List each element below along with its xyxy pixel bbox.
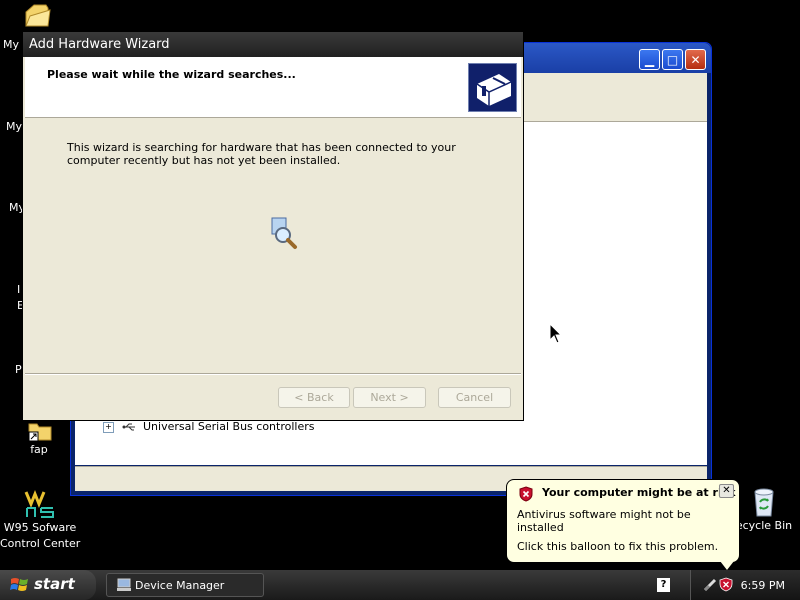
w95-logo-icon [24, 487, 56, 519]
usb-icon [122, 423, 135, 431]
desktop-icon-label-2: My [6, 120, 23, 133]
network-icon[interactable] [703, 578, 717, 592]
folder-shortcut-icon [28, 423, 52, 442]
taskbar-item-label: Device Manager [135, 579, 225, 592]
taskbar: start Device Manager 6:59 PM [0, 570, 800, 600]
tree-item-label: Universal Serial Bus controllers [143, 420, 315, 433]
maximize-button[interactable]: □ [662, 49, 683, 70]
balloon-title: Your computer might be at risk [542, 486, 736, 499]
balloon-message: Antivirus software might not be installe… [517, 508, 691, 534]
close-button[interactable]: ✕ [685, 49, 706, 70]
wizard-header: Please wait while the wizard searches... [25, 57, 521, 118]
wizard-separator [25, 373, 521, 375]
desktop-icon-my-documents[interactable] [0, 2, 70, 30]
taskbar-item-device-manager[interactable]: Device Manager [106, 573, 264, 597]
next-button[interactable]: Next > [353, 387, 426, 408]
expand-icon[interactable]: + [103, 421, 114, 433]
minimize-button[interactable]: ▁ [639, 49, 660, 70]
wizard-titlebar[interactable]: Add Hardware Wizard [23, 32, 523, 57]
desktop-icon-label-5: P [15, 363, 22, 376]
start-label: start [34, 575, 75, 593]
desktop-icon-w95-label: W95 Sofware Control Center [0, 521, 81, 550]
security-shield-icon [519, 486, 533, 502]
desktop-icon-fap[interactable]: fap [18, 418, 60, 458]
desktop-icon-fap-label: fap [30, 443, 48, 456]
computer-icon [117, 578, 131, 591]
tree-item-usb-controllers[interactable]: + Universal Serial Bus controllers [103, 420, 314, 433]
balloon-fix-prompt: Click this balloon to fix this problem. [517, 540, 719, 553]
cancel-button[interactable]: Cancel [438, 387, 511, 408]
help-icon[interactable]: ? [657, 578, 670, 592]
wizard-title: Add Hardware Wizard [29, 37, 170, 52]
folder-icon [25, 4, 51, 27]
desktop-icon-w95[interactable]: W95 Sofware Control Center [0, 486, 80, 552]
balloon-close-button[interactable]: ✕ [719, 484, 734, 498]
wizard-description: This wizard is searching for hardware th… [67, 141, 456, 167]
security-alert-balloon[interactable]: Your computer might be at risk ✕ Antivir… [506, 479, 740, 572]
add-hardware-wizard[interactable]: Add Hardware Wizard Please wait while th… [22, 31, 524, 421]
security-center-tray-icon[interactable] [719, 577, 733, 592]
mouse-cursor-icon [549, 323, 563, 344]
hardware-icon [468, 63, 517, 112]
recycle-bin-icon [754, 488, 774, 517]
clock[interactable]: 6:59 PM [741, 579, 785, 592]
back-button[interactable]: < Back [278, 387, 350, 408]
system-tray: 6:59 PM [690, 570, 800, 600]
wizard-heading: Please wait while the wizard searches... [47, 68, 296, 81]
windows-logo-icon [10, 578, 28, 591]
start-button[interactable]: start [0, 570, 96, 600]
searching-magnifier-icon [269, 216, 299, 250]
